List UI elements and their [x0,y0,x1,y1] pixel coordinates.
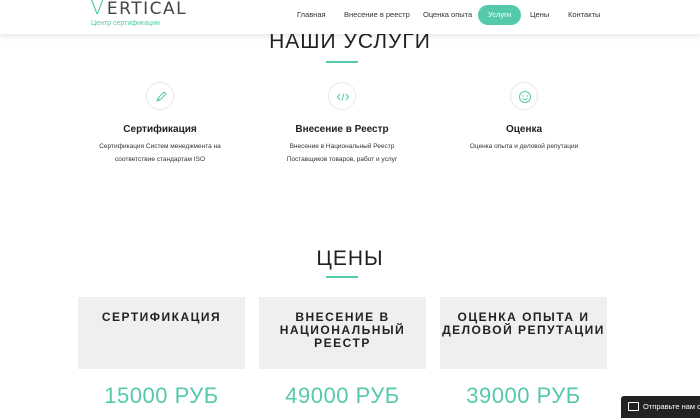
price-title-line: ДЕЛОВОЙ РЕПУТАЦИИ [442,323,605,337]
price-card-certification: СЕРТИФИКАЦИЯ 15000 РУБ [78,297,245,420]
price-card-registry: ВНЕСЕНИЕ В НАЦИОНАЛЬНЫЙ РЕЕСТР 49000 РУБ [259,297,426,420]
prices-title: ЦЕНЫ [316,247,384,270]
price-card-assessment: ОЦЕНКА ОПЫТА И ДЕЛОВОЙ РЕПУТАЦИИ 39000 Р… [440,297,607,420]
price-value: 39000 РУБ [466,383,581,408]
service-title-assessment: Оценка [505,124,543,135]
message-icon [628,402,639,411]
service-title-registry: Внесение в Реестр [295,124,389,135]
service-title-certification: Сертификация [123,124,197,135]
service-desc-certification: Сертификация Систем менеджмента на соотв… [60,140,260,166]
services-title-underline [326,61,358,63]
price-card-title: ВНЕСЕНИЕ В НАЦИОНАЛЬНЫЙ РЕЕСТР [259,311,426,350]
price-card-header: ОЦЕНКА ОПЫТА И ДЕЛОВОЙ РЕПУТАЦИИ [440,297,607,369]
price-card-header: СЕРТИФИКАЦИЯ [78,297,245,369]
price-card-header: ВНЕСЕНИЕ В НАЦИОНАЛЬНЫЙ РЕЕСТР [259,297,426,369]
pencil-icon [156,91,167,102]
main-nav: Главная Внесение в реестр Оценка опыта У… [0,5,700,25]
nav-contacts[interactable]: Контакты [568,5,600,25]
service-icon-assessment [510,82,538,110]
service-desc-line: Поставщиков товаров, работ и услуг [286,156,398,163]
price-title-line: РЕЕСТР [314,336,371,350]
service-desc-line: Внесение в Национальный Реестр [289,143,395,150]
price-value: 49000 РУБ [285,383,400,408]
price-card-title: ОЦЕНКА ОПЫТА И ДЕЛОВОЙ РЕПУТАЦИИ [440,311,607,337]
prices-title-underline [326,276,358,278]
service-desc-registry: Внесение в Национальный Реестр Поставщик… [242,140,442,166]
smile-icon [519,91,531,103]
price-card-title: СЕРТИФИКАЦИЯ [78,311,245,324]
service-desc-line: соответствие стандартам ISO [114,156,206,163]
nav-prices[interactable]: Цены [530,5,549,25]
nav-registry[interactable]: Внесение в реестр [344,5,410,25]
site-header: VERTICAL Центр сертификации Главная Внес… [0,0,700,34]
service-desc-line: Оценка опыта и деловой репутации [469,143,579,150]
nav-home[interactable]: Главная [297,5,326,25]
chat-widget-button[interactable]: Отправьте нам сообщение [621,396,700,418]
chat-widget-label: Отправьте нам сообщение [643,402,700,411]
nav-services[interactable]: Услуги [478,5,522,25]
service-desc-assessment: Оценка опыта и деловой репутации [424,140,624,153]
service-desc-line: Сертификация Систем менеджмента на [99,143,221,150]
service-icon-registry [328,82,356,110]
code-icon [336,93,350,101]
price-title-line: СЕРТИФИКАЦИЯ [101,310,222,324]
service-icon-certification [146,82,174,110]
nav-assessment[interactable]: Оценка опыта [423,5,472,25]
price-value: 15000 РУБ [104,383,219,408]
